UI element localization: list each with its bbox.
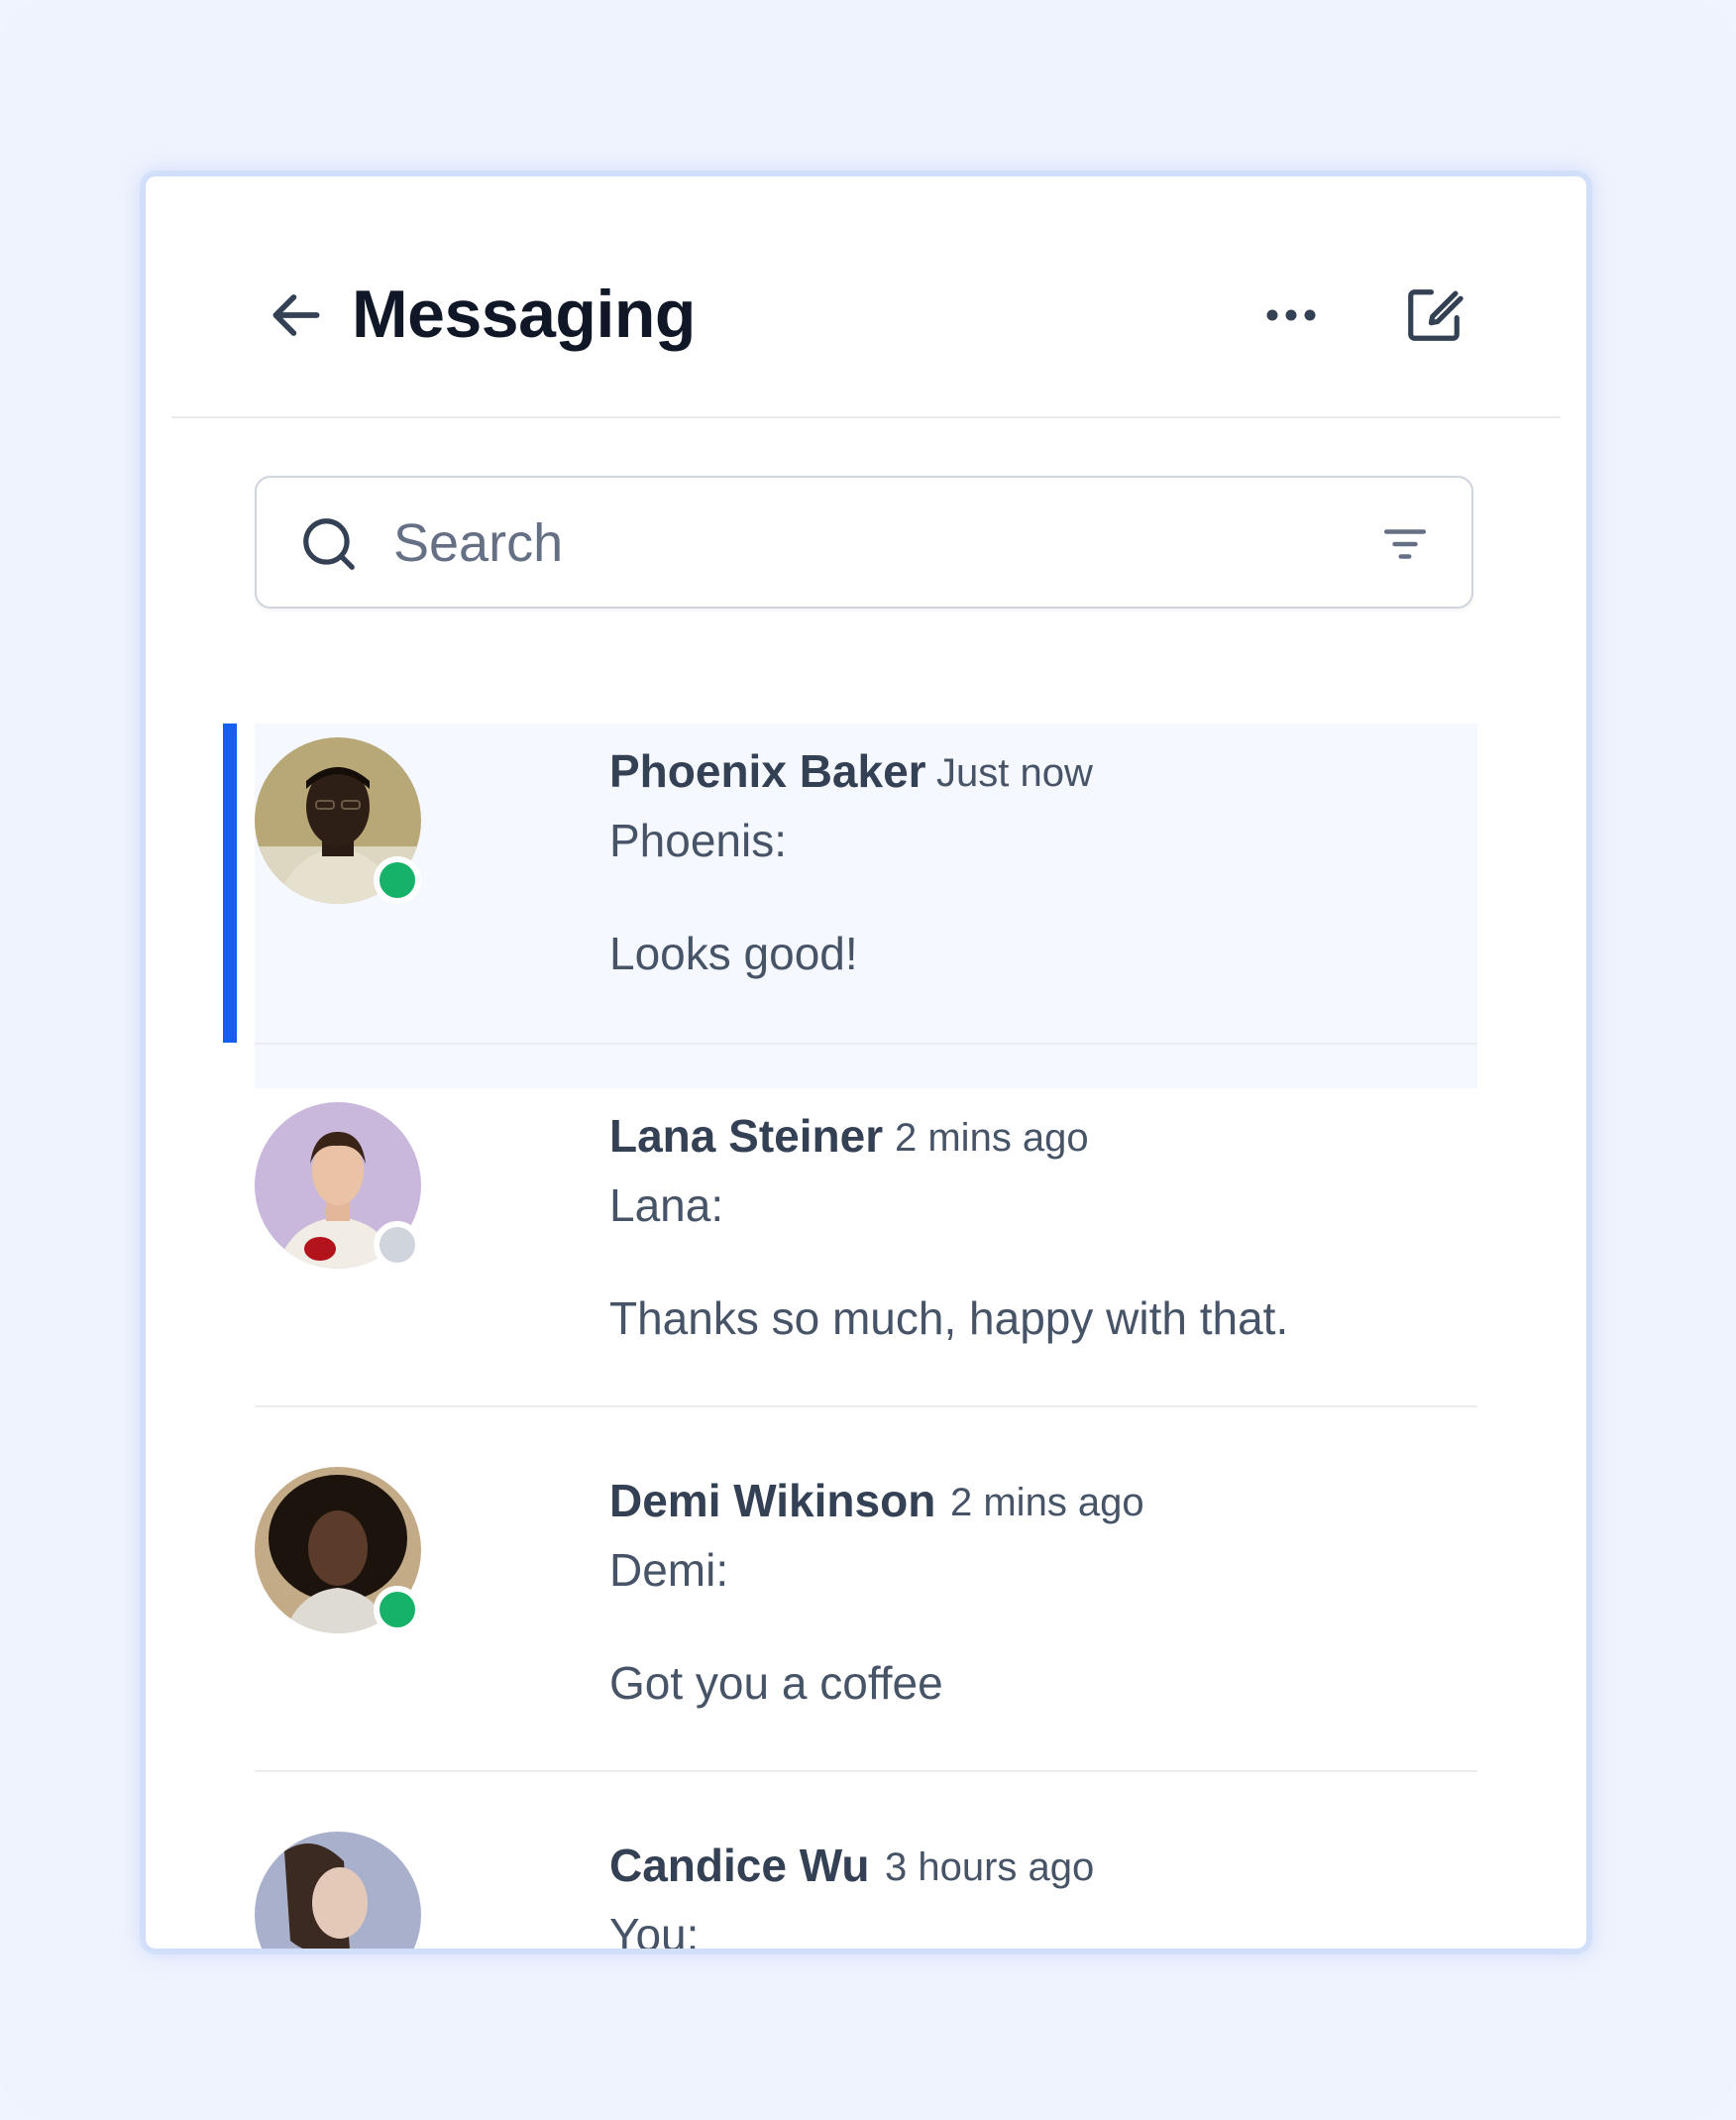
search-box — [255, 476, 1473, 609]
search-input[interactable] — [393, 503, 1305, 583]
message-sender: Phoenis: — [609, 815, 788, 866]
header-divider — [171, 416, 1561, 418]
conversation-item-phoenix-baker[interactable]: Phoenix Baker Just now Phoenis: Looks go… — [223, 724, 1477, 1088]
avatar — [255, 737, 421, 904]
message-time: 3 hours ago — [885, 1845, 1095, 1889]
conversation-item-candice-wu[interactable]: Candice Wu 3 hours ago You: — [255, 1818, 1477, 1949]
page-title: Messaging — [352, 277, 696, 352]
avatar — [255, 1102, 421, 1269]
arrow-left-icon — [272, 294, 320, 336]
contact-name: Demi Wikinson — [609, 1475, 936, 1526]
message-preview: Got you a coffee — [609, 1657, 943, 1709]
compose-button[interactable] — [1394, 276, 1473, 355]
messaging-header: Messaging — [146, 176, 1586, 417]
contact-name: Phoenix Baker — [609, 745, 926, 797]
message-time: 2 mins ago — [895, 1116, 1089, 1160]
message-sender: Demi: — [609, 1544, 729, 1596]
status-online-indicator — [374, 856, 421, 904]
active-indicator — [223, 724, 237, 1043]
message-sender: You: — [609, 1909, 700, 1949]
page-background: Messaging Search Phoenix Baker Just now … — [0, 0, 1736, 2120]
search-icon — [303, 518, 355, 570]
edit-compose-icon — [1408, 289, 1464, 341]
avatar — [255, 1832, 421, 1949]
row-divider — [255, 1043, 1477, 1045]
contact-name: Candice Wu — [609, 1840, 870, 1891]
message-time: Just now — [936, 751, 1093, 795]
conversation-item-demi-wikinson[interactable]: Demi Wikinson 2 mins ago Demi: Got you a… — [255, 1453, 1477, 1818]
conversation-item-lana-steiner[interactable]: Lana Steiner 2 mins ago Lana: Thanks so … — [255, 1088, 1477, 1453]
contact-name: Lana Steiner — [609, 1110, 884, 1162]
row-divider — [255, 1770, 1477, 1772]
message-preview: Looks good! — [609, 928, 858, 979]
avatar — [255, 1467, 421, 1633]
messaging-panel: Messaging Search Phoenix Baker Just now … — [146, 176, 1586, 1949]
dots-horizontal-icon — [1266, 309, 1316, 321]
back-button[interactable] — [263, 281, 330, 349]
status-online-indicator — [374, 1586, 421, 1633]
row-divider — [255, 1405, 1477, 1407]
message-sender: Lana: — [609, 1179, 724, 1231]
message-preview: Thanks so much, happy with that. — [609, 1292, 1289, 1344]
message-time: 2 mins ago — [950, 1481, 1144, 1524]
filter-lines-icon[interactable] — [1380, 521, 1430, 567]
status-offline-indicator — [374, 1221, 421, 1269]
more-options-button[interactable] — [1251, 285, 1331, 345]
